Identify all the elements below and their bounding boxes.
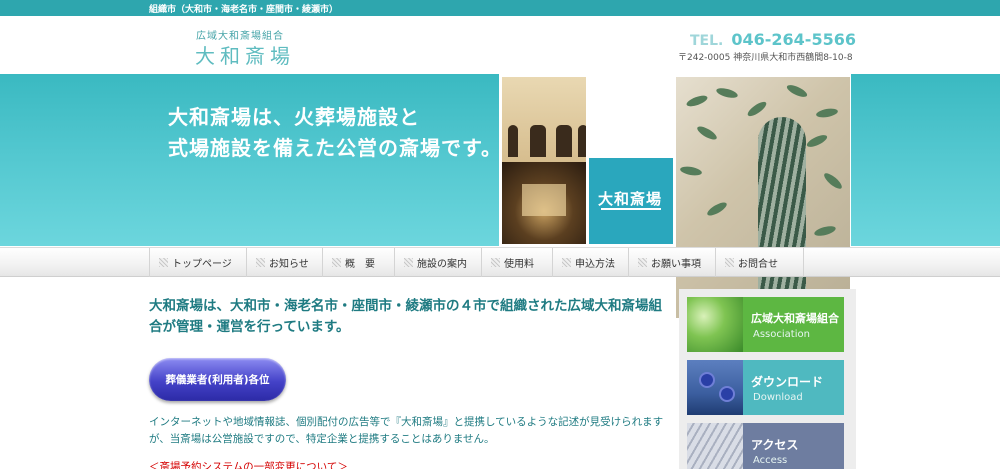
nav-label: お願い事項 <box>651 259 701 270</box>
nav-bullet-icon <box>332 258 341 267</box>
nav-bullet-icon <box>404 258 413 267</box>
nav-bullet-icon <box>491 258 500 267</box>
nav-facilities[interactable]: 施設の案内 <box>394 248 481 277</box>
hall-window <box>530 125 546 157</box>
nav-divider <box>803 248 804 277</box>
altar-light <box>522 184 566 216</box>
leaf <box>745 99 769 119</box>
funeral-operators-notice-button[interactable]: 葬儀業者(利用者)各位 <box>149 358 286 401</box>
nav-bullet-icon <box>562 258 571 267</box>
leaf <box>785 82 809 100</box>
tree-mosaic-photo <box>676 77 850 318</box>
nav-top-page[interactable]: トップページ <box>149 248 246 277</box>
nav-bullet-icon <box>159 258 168 267</box>
site-header: 広域大和斎場組合 大和斎場 TEL. 046-264-5566 〒242-0005… <box>0 16 1000 74</box>
nav-contact[interactable]: お問合せ <box>715 248 803 277</box>
main-nav: トップページ お知らせ 概 要 施設の案内 使用料 申込方法 お願い事項 お問合… <box>0 247 1000 277</box>
top-strip-text: 組織市（大和市・海老名市・座間市・綾瀬市） <box>149 5 339 15</box>
site-logo[interactable]: 大和斎場 <box>195 40 295 69</box>
hall-window <box>556 125 572 157</box>
banner-subtitle: Access <box>753 455 788 466</box>
tel-number: 046-264-5566 <box>731 30 856 49</box>
nav-label: お問合せ <box>738 259 778 270</box>
leaf <box>715 86 739 100</box>
facility-name: 大和斎場 <box>598 190 663 208</box>
sidebar-banner-download[interactable]: ダウンロード Download <box>687 360 844 415</box>
tree-trunk <box>758 117 806 318</box>
leaf <box>815 107 839 119</box>
flower-icon <box>721 388 733 400</box>
flowers-thumbnail <box>687 360 743 415</box>
reservation-system-change-link[interactable]: ＜斎場予約システムの一部変更について＞ <box>149 459 348 469</box>
nav-overview[interactable]: 概 要 <box>322 248 394 277</box>
facility-name-box: 大和斎場 <box>589 158 673 244</box>
phone-number: TEL. 046-264-5566 <box>690 30 856 49</box>
address: 〒242-0005 神奈川県大和市西鶴間8-10-8 <box>678 53 853 63</box>
banner-subtitle: Association <box>753 329 810 340</box>
nav-application[interactable]: 申込方法 <box>552 248 628 277</box>
sidebar-banner-association[interactable]: 広域大和斎場組合 Association <box>687 297 844 352</box>
nav-news[interactable]: お知らせ <box>246 248 322 277</box>
banner-title: アクセス <box>751 438 799 452</box>
nav-label: 施設の案内 <box>417 259 467 270</box>
nav-bullet-icon <box>725 258 734 267</box>
tel-prefix: TEL. <box>690 33 724 49</box>
banner-title: ダウンロード <box>751 375 824 389</box>
top-strip: 組織市（大和市・海老名市・座間市・綾瀬市） <box>0 0 1000 16</box>
leaf <box>805 132 829 150</box>
hall-window <box>578 125 586 157</box>
hero-headline: 大和斎場は、火葬場施設と 式場施設を備えた公営の斎場です。 <box>168 102 508 164</box>
nav-label: お知らせ <box>269 259 309 270</box>
nav-bullet-icon <box>256 258 265 267</box>
nav-label: トップページ <box>172 259 232 270</box>
partnership-notice: インターネットや地域情報誌、個別配付の広告等で『大和斎場』と提携しているような記… <box>149 416 664 445</box>
leaf <box>705 200 729 218</box>
nav-label: 使用料 <box>504 259 534 270</box>
nav-requests[interactable]: お願い事項 <box>628 248 715 277</box>
hero-line-2: 式場施設を備えた公営の斎場です。 <box>168 136 502 160</box>
nav-label: 申込方法 <box>575 259 615 270</box>
leaves-thumbnail <box>687 297 743 352</box>
leaf <box>822 170 844 192</box>
banner-title: 広域大和斎場組合 <box>751 312 839 325</box>
nav-label: 概 要 <box>345 259 375 270</box>
leaf <box>695 124 719 142</box>
sidebar-banner-access[interactable]: アクセス Access <box>687 423 844 469</box>
flower-icon <box>701 374 713 386</box>
crosswalk-thumbnail <box>687 423 743 469</box>
altar-photo <box>502 162 586 244</box>
leaf <box>679 165 703 177</box>
intro-text: 大和斎場は、大和市・海老名市・座間市・綾瀬市の４市で組織された広域大和斎場組合が… <box>149 298 662 335</box>
banner-subtitle: Download <box>753 392 803 403</box>
hall-window <box>508 125 518 157</box>
leaf <box>813 224 837 238</box>
leaf <box>685 93 709 109</box>
nav-fees[interactable]: 使用料 <box>481 248 552 277</box>
name-underline <box>601 208 661 210</box>
hero-line-1: 大和斎場は、火葬場施設と <box>168 105 420 129</box>
nav-bullet-icon <box>638 258 647 267</box>
